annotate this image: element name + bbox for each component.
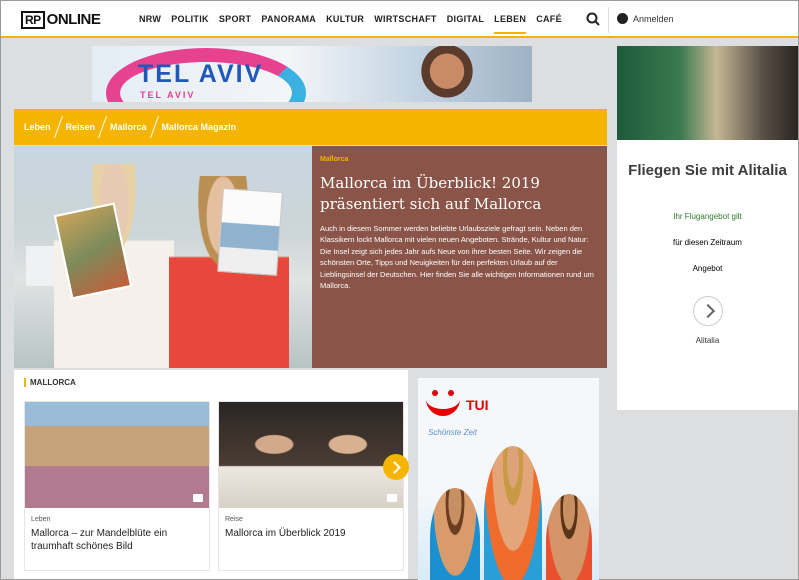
top-navigation: RP ONLINE NRW POLITIK SPORT PANORAMA KULT… bbox=[1, 1, 798, 38]
breadcrumb-item[interactable]: Mallorca bbox=[110, 122, 147, 132]
nav-item-cafe[interactable]: CAFÉ bbox=[536, 14, 562, 34]
banner-ad-tel-aviv[interactable]: TEL AVIV TEL AVIV bbox=[92, 46, 532, 102]
breadcrumb-item[interactable]: Leben bbox=[24, 122, 51, 132]
site-logo[interactable]: RP ONLINE bbox=[21, 11, 101, 29]
teaser-image bbox=[219, 402, 403, 508]
ad-subline: TEL AVIV bbox=[140, 90, 196, 100]
nav-menu: NRW POLITIK SPORT PANORAMA KULTUR WIRTSC… bbox=[139, 14, 562, 34]
nav-item-panorama[interactable]: PANORAMA bbox=[261, 14, 316, 34]
ad-right-cta[interactable]: Alitalia bbox=[617, 336, 798, 345]
nav-divider bbox=[608, 7, 609, 33]
account-label: Anmelden bbox=[633, 13, 674, 24]
tui-brand: TUI bbox=[466, 397, 489, 413]
ad-headline: TEL AVIV bbox=[138, 60, 264, 88]
teaser-title[interactable]: Mallorca im Überblick 2019 bbox=[225, 527, 397, 540]
breadcrumb: Leben Reisen Mallorca Mallorca Magazin bbox=[14, 109, 607, 145]
magazine-right bbox=[217, 188, 283, 276]
chevron-right-icon[interactable] bbox=[692, 296, 723, 326]
ad-model-image bbox=[417, 46, 477, 102]
ad-photo bbox=[617, 46, 798, 140]
breadcrumb-separator bbox=[53, 116, 63, 138]
teaser-section: MALLORCA Leben Mallorca – zur Mandelblüt… bbox=[14, 370, 408, 579]
teaser-title[interactable]: Mallorca – zur Mandelblüte ein traumhaft… bbox=[31, 527, 203, 553]
ad-child-figure bbox=[430, 488, 480, 580]
account-button[interactable]: Anmelden bbox=[617, 13, 674, 24]
breadcrumb-item-current: Mallorca Magazin bbox=[161, 122, 237, 132]
hero-image bbox=[14, 146, 312, 368]
logo-rp: RP bbox=[21, 11, 45, 29]
tui-smile-icon bbox=[426, 390, 460, 416]
carousel-next-button[interactable] bbox=[383, 454, 409, 480]
search-icon[interactable] bbox=[586, 12, 600, 26]
ad-child-figure bbox=[546, 494, 592, 580]
nav-item-nrw[interactable]: NRW bbox=[139, 14, 161, 34]
gallery-icon bbox=[193, 494, 203, 502]
hero-text: Mallorca Mallorca im Überblick! 2019 prä… bbox=[320, 156, 600, 291]
gallery-icon bbox=[387, 494, 397, 502]
ad-right-info: Ihr Flugangebot gilt für diesen Zeitraum… bbox=[617, 192, 798, 282]
breadcrumb-item[interactable]: Reisen bbox=[66, 122, 96, 132]
ad-info-line: Angebot bbox=[692, 264, 723, 273]
nav-item-leben[interactable]: LEBEN bbox=[494, 14, 527, 34]
ad-tui[interactable]: TUI Schönste Zeit bbox=[418, 378, 599, 580]
teaser-kicker: Leben bbox=[31, 516, 51, 523]
tui-tagline: Schönste Zeit bbox=[428, 428, 477, 437]
teaser-card[interactable]: Leben Mallorca – zur Mandelblüte ein tra… bbox=[24, 401, 210, 571]
user-icon bbox=[617, 13, 628, 24]
hero-body: Auch in diesem Sommer werden beliebte Ur… bbox=[320, 224, 594, 291]
nav-item-wirtschaft[interactable]: WIRTSCHAFT bbox=[374, 14, 437, 34]
nav-item-politik[interactable]: POLITIK bbox=[171, 14, 209, 34]
ad-info-line: Ihr Flugangebot gilt bbox=[673, 212, 742, 221]
section-tag[interactable]: MALLORCA bbox=[24, 378, 76, 387]
teaser-kicker: Reise bbox=[225, 516, 243, 523]
logo-text: ONLINE bbox=[46, 11, 101, 28]
ad-child-figure bbox=[484, 446, 542, 580]
hero-article[interactable]: Mallorca Mallorca im Überblick! 2019 prä… bbox=[14, 146, 607, 368]
nav-item-digital[interactable]: DIGITAL bbox=[447, 14, 484, 34]
ad-right-headline: Fliegen Sie mit Alitalia bbox=[628, 162, 787, 179]
hero-title[interactable]: Mallorca im Überblick! 2019 präsentiert … bbox=[320, 173, 600, 215]
hero-kicker: Mallorca bbox=[320, 156, 349, 163]
breadcrumb-separator bbox=[98, 116, 108, 138]
teaser-card[interactable]: Reise Mallorca im Überblick 2019 bbox=[218, 401, 404, 571]
nav-item-kultur[interactable]: KULTUR bbox=[326, 14, 364, 34]
breadcrumb-separator bbox=[149, 116, 159, 138]
sidebar-ad-alitalia[interactable]: Fliegen Sie mit Alitalia Ihr Flugangebot… bbox=[617, 46, 798, 410]
ad-info-line: für diesen Zeitraum bbox=[673, 238, 742, 247]
tui-logo: TUI bbox=[426, 390, 489, 416]
nav-item-sport[interactable]: SPORT bbox=[219, 14, 252, 34]
teaser-image bbox=[25, 402, 209, 508]
